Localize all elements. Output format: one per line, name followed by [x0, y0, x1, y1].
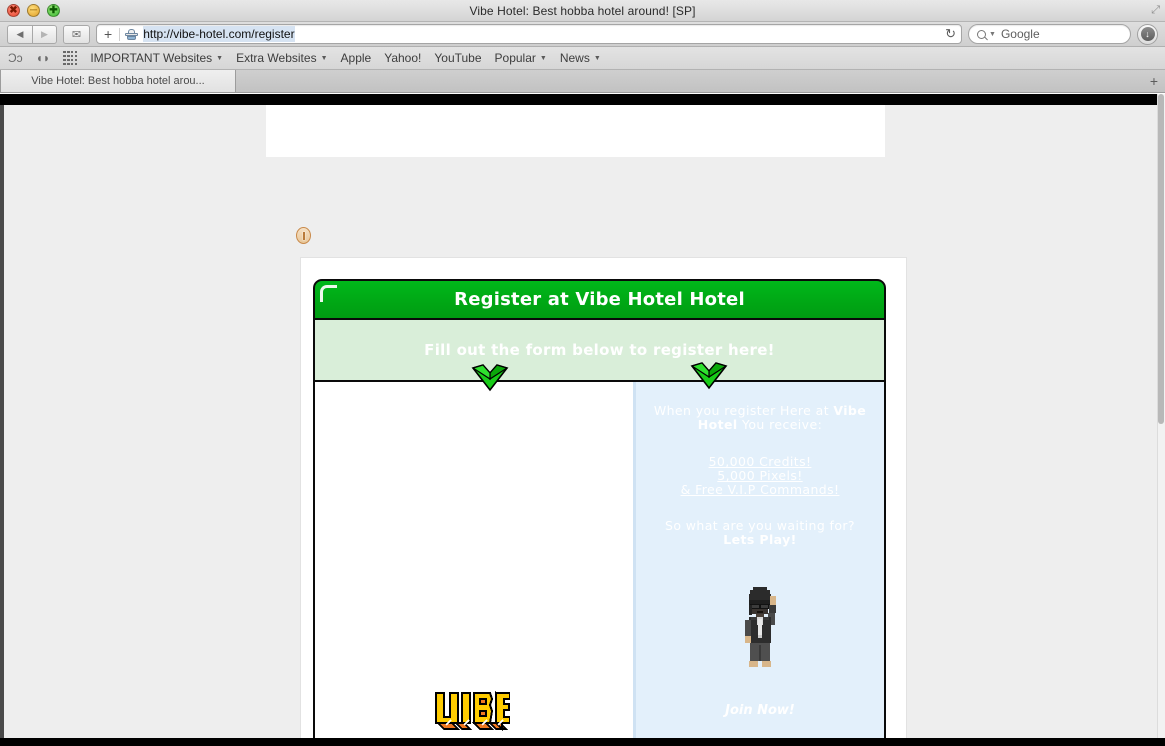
browser-window: ✖ ─ ✚ Vibe Hotel: Best hobba hotel aroun… [0, 0, 1165, 746]
avatar [648, 583, 872, 681]
book-icon[interactable]: ◖◗ [36, 51, 51, 65]
minimize-button[interactable]: ─ [27, 4, 40, 17]
tab-vibe-hotel[interactable]: Vibe Hotel: Best hobba hotel arou... [0, 70, 236, 92]
title-bar: ✖ ─ ✚ Vibe Hotel: Best hobba hotel aroun… [0, 0, 1165, 22]
bookmarks-bar: Ɔɔ ◖◗ IMPORTANT Websites ▼ Extra Website… [0, 47, 1165, 70]
reading-list-icon[interactable]: Ɔɔ [8, 51, 23, 65]
bookmark-popular[interactable]: Popular ▼ [495, 51, 547, 65]
lead-suffix: You receive: [737, 416, 823, 432]
grid-icon[interactable] [63, 50, 78, 66]
page-top-bar [0, 94, 1157, 105]
join-now-text: Join Now! [725, 702, 795, 718]
browser-toolbar: ◀ ▶ ✉ + http://vibe-hotel.com/register ↻… [0, 22, 1165, 47]
bookmark-apple[interactable]: Apple [341, 51, 372, 65]
chevron-down-icon[interactable]: ▼ [989, 31, 996, 38]
zoom-button[interactable]: ✚ [47, 4, 60, 17]
divider [119, 27, 121, 41]
bookmark-label: YouTube [434, 51, 482, 65]
sidebar-call-to-action: So what are you waiting for? Lets Play! [648, 519, 872, 547]
register-subheader: Fill out the form below to register here… [313, 320, 886, 382]
downloads-button[interactable]: ↓ [1137, 23, 1158, 45]
chevron-down-icon: ▼ [320, 54, 328, 62]
page-title: Register at Vibe Hotel Hotel [454, 289, 745, 310]
page-viewport: Register at Vibe Hotel Hotel Fill out th… [0, 94, 1165, 746]
chevron-down-icon: ▼ [593, 54, 601, 62]
site-favicon-icon [125, 28, 139, 41]
benefit-credits-link[interactable]: 50,000 Credits! [648, 455, 872, 469]
bookmark-news[interactable]: News ▼ [560, 51, 601, 65]
reload-icon[interactable]: ↻ [939, 26, 956, 42]
sidebar-lead-text: When you register Here at Vibe Hotel You… [648, 404, 872, 431]
mail-icon[interactable]: ✉ [63, 24, 90, 44]
forward-button[interactable]: ▶ [32, 24, 57, 44]
site-content-column [266, 105, 885, 157]
navigation-buttons: ◀ ▶ [7, 24, 57, 44]
bookmark-label: Extra Websites [236, 51, 317, 65]
address-bar[interactable]: + http://vibe-hotel.com/register ↻ [96, 24, 962, 44]
page-scrollbar[interactable] [1157, 94, 1165, 746]
bookmark-label: News [559, 51, 590, 65]
window-controls: ✖ ─ ✚ [7, 4, 60, 17]
bookmark-extra-websites[interactable]: Extra Websites ▼ [236, 51, 327, 65]
bookmark-label: Apple [340, 51, 372, 65]
tab-bar: Vibe Hotel: Best hobba hotel arou... + [0, 70, 1165, 93]
bookmark-label: IMPORTANT Websites [90, 51, 213, 65]
chevron-down-icon: ▼ [216, 54, 224, 62]
bookmark-yahoo[interactable]: Yahoo! [384, 51, 421, 65]
broken-image-icon [296, 227, 311, 244]
waiting-line: So what are you waiting for? [665, 518, 855, 533]
close-button[interactable]: ✖ [7, 4, 20, 17]
address-bar-text[interactable]: http://vibe-hotel.com/register [143, 26, 295, 42]
search-input[interactable]: ▼ Google [968, 24, 1131, 44]
add-bookmark-icon[interactable]: + [102, 27, 114, 41]
bookmark-label: Yahoo! [384, 51, 422, 65]
register-header: Register at Vibe Hotel Hotel [313, 279, 886, 320]
lets-play-line: Lets Play! [723, 531, 797, 547]
back-button[interactable]: ◀ [7, 24, 32, 44]
scrollbar-thumb[interactable] [1158, 94, 1164, 424]
benefit-pixels-link[interactable]: 5,000 Pixels! [648, 469, 872, 483]
window-title: Vibe Hotel: Best hobba hotel around! [SP… [469, 3, 696, 18]
bookmark-youtube[interactable]: YouTube [434, 51, 481, 65]
resize-handle-icon[interactable]: ⤢ [1151, 4, 1160, 17]
subtitle: Fill out the form below to register here… [424, 341, 775, 359]
bookmark-label: Popular [494, 51, 536, 65]
vibe-logo [430, 687, 511, 740]
search-icon [977, 29, 986, 39]
register-info-sidebar: When you register Here at Vibe Hotel You… [633, 382, 886, 746]
benefits-list: 50,000 Credits! 5,000 Pixels! & Free V.I… [648, 455, 872, 497]
chevron-down-icon: ▼ [539, 54, 547, 62]
page-left-edge [0, 105, 4, 746]
window-bottom-edge [0, 738, 1165, 746]
search-engine-label: Google [1000, 27, 1040, 41]
bookmark-important-websites[interactable]: IMPORTANT Websites ▼ [90, 51, 223, 65]
benefit-vip-link[interactable]: & Free V.I.P Commands! [648, 483, 872, 497]
new-tab-button[interactable]: + [1150, 74, 1158, 88]
download-arrow-icon: ↓ [1140, 27, 1155, 41]
